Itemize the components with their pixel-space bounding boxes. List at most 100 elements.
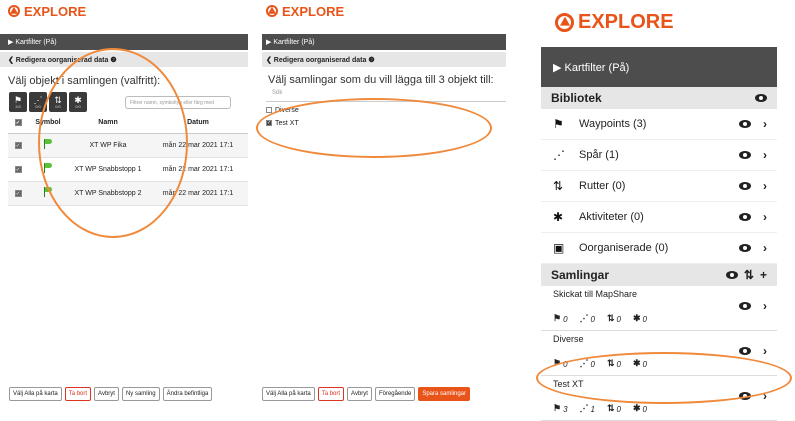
track-count: 0/0 — [35, 103, 41, 109]
flag-icon — [28, 157, 68, 182]
checkbox[interactable] — [266, 107, 272, 113]
flag-icon — [28, 133, 68, 158]
collection-name: Skickat till MapShare — [553, 289, 638, 299]
table-row[interactable]: ✓ XT WP Fika mån 22 mar 2021 17:1 — [8, 133, 248, 158]
eye-icon[interactable] — [739, 244, 751, 252]
delete-button[interactable]: Ta bort — [64, 387, 92, 401]
explore-logo: EXPLORE — [541, 0, 777, 40]
row-checkbox[interactable]: ✓ — [8, 181, 28, 206]
save-collections-button[interactable]: Spara samlingar — [418, 387, 470, 401]
chevron-right-icon[interactable]: › — [763, 179, 767, 193]
map-filter-bar[interactable]: ▶ Kartfilter (På) — [262, 34, 506, 50]
library-item-unorganized[interactable]: ▣ Oorganiserade (0) › — [541, 233, 777, 264]
edit-unorganized-bar[interactable]: ❮ Redigera oorganiserad data ❷ — [262, 52, 506, 67]
filter-activities-button[interactable]: ✱ 0/0 — [69, 92, 87, 112]
show-all-on-map-button[interactable]: Välj Alla på karta — [262, 387, 315, 401]
explore-logo: EXPLORE — [262, 0, 506, 22]
eye-icon[interactable] — [755, 94, 767, 102]
brand-name: EXPLORE — [282, 3, 345, 19]
eye-icon[interactable] — [739, 392, 751, 400]
cancel-button[interactable]: Avbryt — [347, 387, 372, 401]
library-item-tracks[interactable]: ⋰ Spår (1) › — [541, 140, 777, 171]
collection-item[interactable]: Diverse ⚑ 0 ⋰ 0 ⇅ 0 ✱ 0 › — [541, 331, 777, 376]
collection-item[interactable]: Test XT ⚑ 3 ⋰ 1 ⇅ 0 ✱ 0 › — [541, 376, 777, 421]
flag-icon: ⚑ — [553, 358, 562, 368]
column-date[interactable]: Datum — [148, 113, 248, 134]
eye-icon[interactable] — [739, 302, 751, 310]
library-item-activities[interactable]: ✱ Aktiviteter (0) › — [541, 202, 777, 233]
track-icon: ⋰ — [553, 148, 565, 162]
collection-option-label: Diverse — [275, 106, 299, 114]
delete-button[interactable]: Ta bort — [317, 387, 345, 401]
library-item-waypoints[interactable]: ⚑ Waypoints (3) › — [541, 109, 777, 140]
map-filter-bar[interactable]: ▶ Kartfilter (På) — [541, 47, 777, 87]
activity-count: 0/0 — [75, 103, 81, 109]
filter-input[interactable]: Filtrer namn, symboltyp eller färg med — [125, 95, 231, 109]
map-filter-bar[interactable]: ▶ Kartfilter (På) — [0, 34, 248, 50]
explore-logo-icon — [555, 12, 574, 32]
column-symbol[interactable]: Symbol — [28, 113, 68, 134]
explore-logo: EXPLORE — [0, 0, 248, 22]
chevron-right-icon[interactable]: › — [763, 117, 767, 131]
type-filter-toolbar: ⚑ 3/3 ⋰ 0/0 ⇅ 0/0 ✱ 0/0 Filtrer namn, symbol… — [0, 87, 248, 113]
previous-button[interactable]: Föregående — [374, 387, 416, 401]
eye-icon[interactable] — [739, 213, 751, 221]
activity-icon: ✱ — [632, 358, 641, 368]
library-item-label: Oorganiserade (0) — [579, 242, 669, 254]
row-date: mån 22 mar 2021 17:1 — [148, 157, 248, 182]
filter-routes-button[interactable]: ⇅ 0/0 — [49, 92, 67, 112]
table-row[interactable]: ✓ XT WP Snabbstopp 1 mån 22 mar 2021 17:… — [8, 157, 248, 182]
filter-waypoints-button[interactable]: ⚑ 3/3 — [9, 92, 27, 112]
edit-unorganized-bar[interactable]: ❮ Redigera oorganiserad data ❷ — [0, 52, 248, 67]
collection-option-test-xt[interactable]: ✓ Test XT — [262, 118, 506, 128]
explore-logo-icon — [8, 5, 20, 17]
collections-title: Samlingar — [551, 268, 610, 282]
column-name[interactable]: Namn — [68, 113, 148, 134]
collection-item[interactable]: Skickat till MapShare ⚑ 0 ⋰ 0 ⇅ 0 ✱ 0 › — [541, 286, 777, 331]
table-row[interactable]: ✓ XT WP Snabbstopp 2 mån 22 mar 2021 17:… — [8, 181, 248, 206]
new-collection-button[interactable]: Ny samling — [121, 387, 160, 401]
chevron-right-icon[interactable]: › — [763, 299, 767, 313]
eye-icon[interactable] — [725, 271, 738, 279]
route-icon: ⇅ — [606, 313, 615, 323]
chevron-right-icon[interactable]: › — [763, 389, 767, 403]
collection-option-diverse[interactable]: Diverse — [262, 105, 506, 115]
select-all-checkbox[interactable]: ✓ — [8, 113, 28, 134]
flag-icon — [28, 181, 68, 206]
waypoint-count: 3/3 — [15, 103, 21, 109]
change-existing-button[interactable]: Ändra befintliga — [162, 387, 213, 401]
eye-icon[interactable] — [739, 182, 751, 190]
explore-logo-icon — [266, 5, 278, 17]
library-title: Bibliotek — [551, 91, 602, 105]
chevron-right-icon[interactable]: › — [763, 344, 767, 358]
library-item-label: Waypoints (3) — [579, 118, 647, 130]
objects-table: ✓ Symbol Namn Datum ✓ XT WP Fika mån 22 … — [8, 113, 248, 206]
library-item-routes[interactable]: ⇅ Rutter (0) › — [541, 171, 777, 202]
flag-icon: ⚑ — [553, 117, 564, 131]
row-checkbox[interactable]: ✓ — [8, 157, 28, 182]
eye-icon[interactable] — [739, 347, 751, 355]
brand-name: EXPLORE — [578, 10, 674, 33]
eye-icon[interactable] — [739, 120, 751, 128]
row-name: XT WP Snabbstopp 2 — [68, 181, 148, 206]
flag-icon: ⚑ — [553, 313, 562, 323]
route-icon: ⇅ — [553, 179, 564, 193]
collection-name: Test XT — [553, 379, 584, 389]
checkbox-checked[interactable]: ✓ — [266, 120, 272, 126]
sort-icon[interactable]: ⇅ — [744, 268, 754, 282]
chevron-right-icon[interactable]: › — [763, 241, 767, 255]
show-all-on-map-button[interactable]: Välj Alla på karta — [9, 387, 62, 401]
add-icon[interactable]: + — [760, 268, 767, 282]
select-collections-heading: Välj samlingar som du vill lägga till 3 … — [268, 74, 494, 86]
collection-stats: ⚑ 0 ⋰ 0 ⇅ 0 ✱ 0 — [553, 358, 647, 369]
activity-icon: ✱ — [553, 210, 564, 224]
library-item-label: Rutter (0) — [579, 180, 626, 192]
search-input[interactable]: Sök — [266, 90, 506, 102]
cancel-button[interactable]: Avbryt — [94, 387, 119, 401]
row-checkbox[interactable]: ✓ — [8, 133, 28, 158]
table-header-row: ✓ Symbol Namn Datum — [8, 113, 248, 134]
chevron-right-icon[interactable]: › — [763, 210, 767, 224]
eye-icon[interactable] — [739, 151, 751, 159]
chevron-right-icon[interactable]: › — [763, 148, 767, 162]
filter-tracks-button[interactable]: ⋰ 0/0 — [29, 92, 47, 112]
